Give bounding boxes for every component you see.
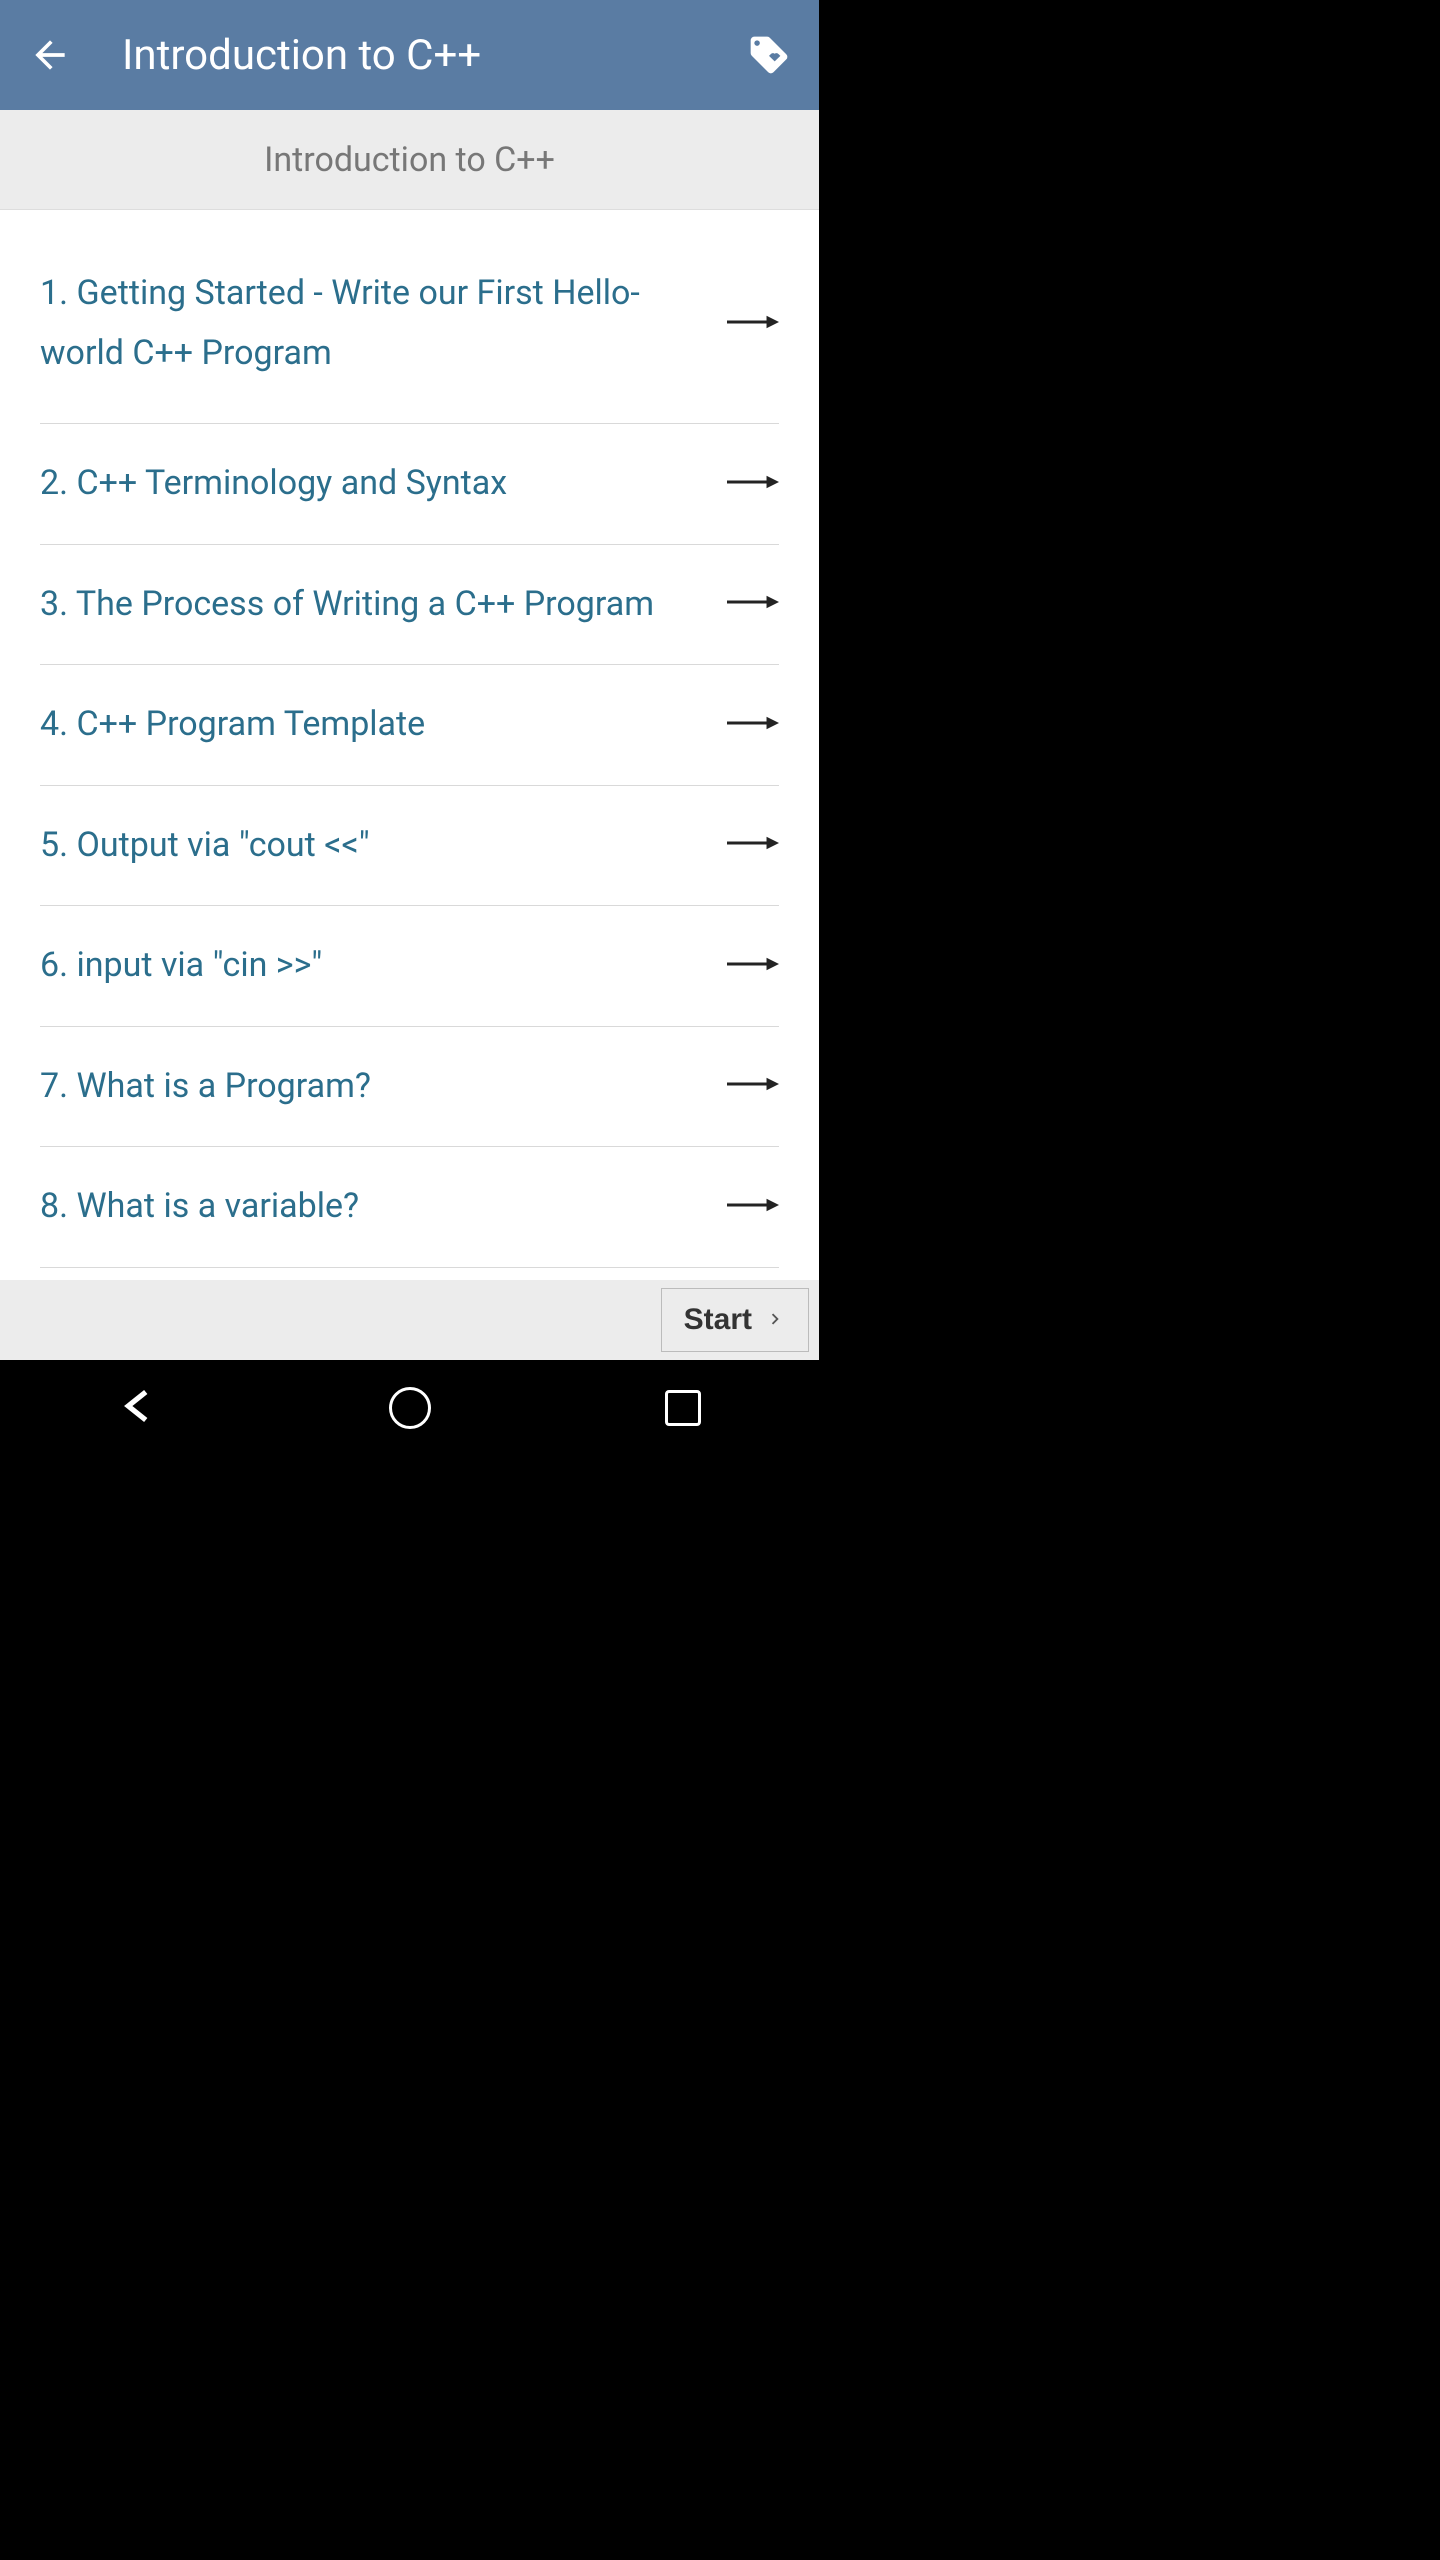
arrow-right-icon xyxy=(727,312,779,336)
lesson-item[interactable]: 5. Output via "cout <<" xyxy=(40,786,779,907)
tag-heart-icon xyxy=(747,33,791,77)
arrow-right-icon xyxy=(727,592,779,616)
back-button[interactable] xyxy=(26,31,74,79)
appbar: Introduction to C++ xyxy=(0,0,819,110)
circle-home-icon xyxy=(389,1387,431,1429)
arrow-right-icon xyxy=(727,833,779,857)
lesson-label: 3. The Process of Writing a C++ Program xyxy=(40,575,727,635)
lesson-item[interactable]: 1. Getting Started - Write our First Hel… xyxy=(40,264,779,424)
system-navbar xyxy=(0,1360,819,1456)
footer-bar: Start xyxy=(0,1280,819,1360)
lesson-label: 1. Getting Started - Write our First Hel… xyxy=(40,264,727,383)
chevron-right-icon xyxy=(764,1308,786,1333)
start-label: Start xyxy=(684,1303,752,1337)
lesson-item[interactable]: 3. The Process of Writing a C++ Program xyxy=(40,545,779,666)
sysnav-home[interactable] xyxy=(380,1378,440,1438)
lesson-item[interactable]: 6. input via "cin >>" xyxy=(40,906,779,1027)
arrow-right-icon xyxy=(727,954,779,978)
lesson-label: 4. C++ Program Template xyxy=(40,695,727,755)
lesson-item[interactable]: 4. C++ Program Template xyxy=(40,665,779,786)
arrow-right-icon xyxy=(727,472,779,496)
appbar-title: Introduction to C++ xyxy=(122,31,745,80)
lesson-item[interactable]: 9. Basic Arithmetic Operations xyxy=(40,1268,779,1281)
lesson-label: 2. C++ Terminology and Syntax xyxy=(40,454,727,514)
lesson-label: 6. input via "cin >>" xyxy=(40,936,727,996)
lesson-item[interactable]: 7. What is a Program? xyxy=(40,1027,779,1148)
lesson-label: 7. What is a Program? xyxy=(40,1057,727,1117)
arrow-right-icon xyxy=(727,713,779,737)
section-title: Introduction to C++ xyxy=(264,140,555,180)
arrow-back-icon xyxy=(28,33,72,77)
section-header: Introduction to C++ xyxy=(0,110,819,210)
sysnav-back[interactable] xyxy=(107,1378,167,1438)
arrow-right-icon xyxy=(727,1195,779,1219)
triangle-back-icon xyxy=(116,1385,158,1431)
lesson-label: 8. What is a variable? xyxy=(40,1177,727,1237)
start-button[interactable]: Start xyxy=(661,1288,809,1352)
lesson-item[interactable]: 2. C++ Terminology and Syntax xyxy=(40,424,779,545)
lesson-list: 1. Getting Started - Write our First Hel… xyxy=(0,210,819,1280)
lesson-label: 5. Output via "cout <<" xyxy=(40,816,727,876)
lesson-item[interactable]: 8. What is a variable? xyxy=(40,1147,779,1268)
square-recent-icon xyxy=(665,1390,701,1426)
arrow-right-icon xyxy=(727,1074,779,1098)
bookmark-tag-button[interactable] xyxy=(745,31,793,79)
sysnav-recent[interactable] xyxy=(653,1378,713,1438)
